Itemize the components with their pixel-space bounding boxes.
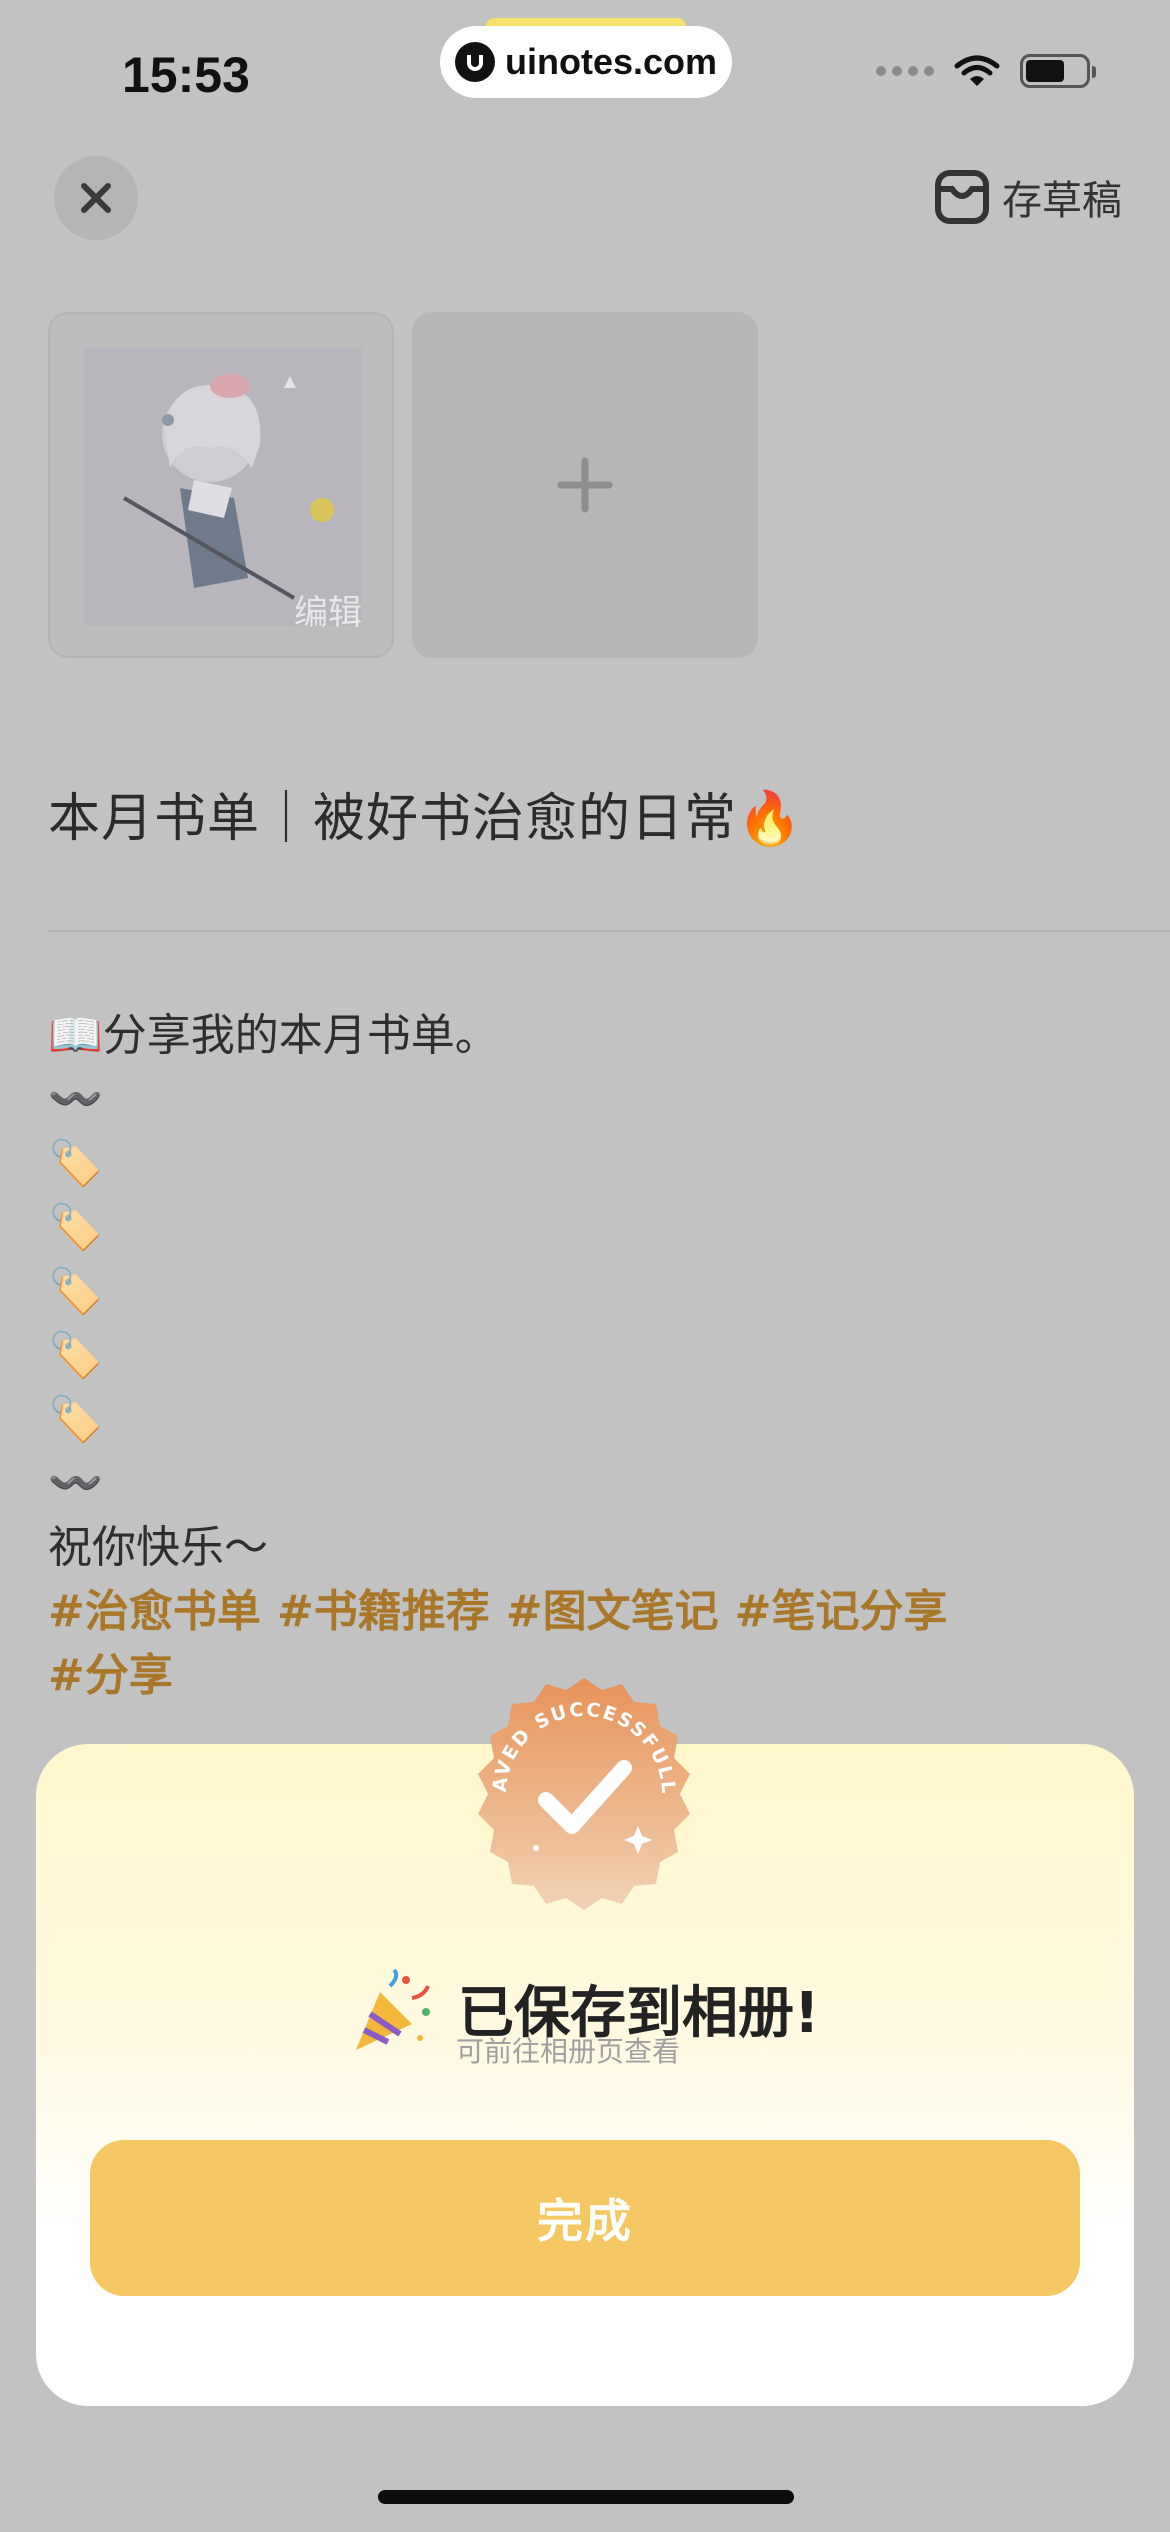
save-draft-button[interactable]: 存草稿 — [934, 168, 1122, 226]
hashtag-link[interactable]: #书籍推荐 — [277, 1586, 490, 1637]
draft-box-icon — [935, 170, 989, 224]
party-popper-icon — [356, 1968, 430, 2050]
divider — [48, 930, 1170, 932]
status-time: 15:53 — [122, 47, 250, 103]
page: 15:53 uinotes.com 存草稿 编辑 本月书单｜被好书治愈的日常🔥 … — [0, 0, 1170, 2532]
saved-successfully-badge: SAVED SUCCESSFULLY — [466, 1676, 690, 1910]
close-icon — [81, 183, 111, 213]
watermark-logo-icon — [454, 42, 495, 82]
home-indicator[interactable] — [378, 2490, 794, 2504]
hashtag-link[interactable]: #图文笔记 — [506, 1586, 719, 1637]
wifi-icon — [954, 55, 1000, 86]
close-button[interactable] — [54, 156, 138, 240]
body-line: 🏷️ — [48, 1202, 103, 1253]
add-image-button[interactable] — [412, 312, 758, 658]
save-draft-label: 存草稿 — [1002, 178, 1122, 224]
body-line: 📖分享我的本月书单。 — [48, 1010, 499, 1061]
image-thumbnail[interactable]: 编辑 — [48, 312, 394, 658]
hashtag-link[interactable]: #治愈书单 — [48, 1586, 261, 1637]
tags-line: #治愈书单 #书籍推荐 #图文笔记 #笔记分享 — [48, 1580, 964, 1644]
tags-line: #分享 — [48, 1644, 189, 1708]
edit-image-label[interactable]: 编辑 — [294, 585, 362, 634]
cellular-signal-icon — [876, 66, 934, 76]
battery-icon — [1020, 54, 1096, 88]
hashtag-link[interactable]: #笔记分享 — [735, 1586, 948, 1637]
modal-subtitle: 可前往相册页查看 — [456, 2035, 681, 2068]
watermark-text: uinotes.com — [504, 41, 718, 82]
plus-icon — [557, 457, 613, 513]
body-line: 🏷️ — [48, 1394, 103, 1445]
done-button[interactable]: 完成 — [90, 2140, 1080, 2296]
body-line: 🏷️ — [48, 1138, 103, 1189]
status-icons — [876, 54, 1096, 88]
body-line: 祝你快乐～ — [48, 1522, 268, 1573]
watermark-pill: uinotes.com — [440, 26, 732, 98]
body-line: 〰️ — [48, 1074, 103, 1125]
body-line: 🏷️ — [48, 1330, 103, 1381]
body-line: 🏷️ — [48, 1266, 103, 1317]
post-title[interactable]: 本月书单｜被好书治愈的日常🔥 — [48, 776, 803, 851]
hashtag-link[interactable]: #分享 — [48, 1650, 173, 1701]
body-line: 〰️ — [48, 1458, 103, 1509]
